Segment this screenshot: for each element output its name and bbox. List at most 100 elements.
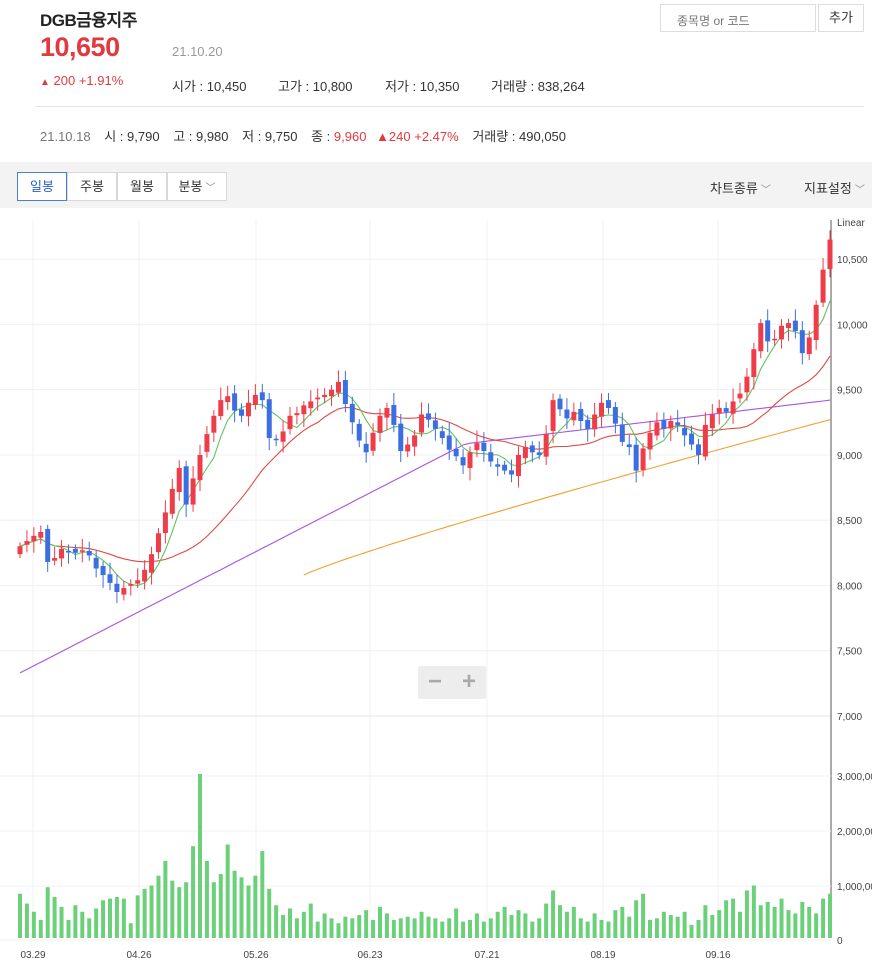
candle-body	[799, 330, 805, 354]
volume-bar	[634, 900, 639, 938]
volume-bar	[654, 918, 659, 938]
volume-bar	[357, 915, 362, 938]
candle-body	[432, 420, 438, 429]
candle-body	[79, 550, 85, 552]
candle-body	[695, 444, 701, 455]
price-tick-label: 10,500	[837, 255, 868, 266]
prev-close-label: 종 :	[311, 129, 334, 144]
volume-bar	[419, 911, 424, 938]
volume-bar	[828, 893, 832, 938]
candle-body	[689, 433, 695, 445]
volume-bar	[253, 875, 258, 938]
tab-monthly[interactable]: 월봉	[117, 172, 167, 201]
tab-daily[interactable]: 일봉	[17, 172, 67, 201]
candle-body	[52, 558, 58, 561]
volume-tick-label: 0	[837, 936, 843, 947]
candle-body	[59, 548, 65, 559]
ma120-line	[303, 419, 831, 576]
stock-chart[interactable]: 10,500 10,000 9,500 9,000 8,500 8,000 7,500 7,0…	[0, 212, 872, 966]
volume-bar	[530, 921, 535, 938]
volume-bar	[135, 895, 140, 938]
volume-bar	[364, 910, 369, 938]
candle-body	[93, 557, 99, 569]
volume-bar	[184, 882, 189, 938]
volume-bar	[239, 877, 244, 938]
volume: 거래량 : 838,264	[491, 79, 585, 94]
volume-bar	[641, 893, 646, 938]
volume-bar	[281, 915, 286, 938]
candle-body	[149, 554, 155, 573]
candle-body	[245, 402, 251, 417]
volume-bar	[66, 919, 71, 938]
candle-body	[31, 535, 37, 542]
volume-bar	[578, 918, 583, 938]
volume-bar	[765, 901, 770, 938]
volume-bar	[544, 903, 549, 938]
candle-body	[723, 408, 729, 412]
chart-type-menu[interactable]: 차트종류 ﹀	[710, 178, 771, 197]
chevron-down-icon: ﹀	[854, 185, 865, 196]
search-input[interactable]	[660, 4, 816, 32]
date-tick-label: 06.23	[357, 950, 382, 961]
volume-bar	[108, 898, 112, 938]
candle-body	[329, 389, 335, 397]
price-tick-label: 7,000	[837, 712, 862, 723]
volume-bar	[301, 911, 306, 938]
volume-bar	[821, 898, 826, 938]
prev-high: 고 : 9,980	[173, 129, 229, 144]
candle-body	[564, 409, 570, 419]
volume-bar	[336, 923, 341, 938]
candle-body	[467, 452, 473, 468]
candle-body	[218, 400, 224, 417]
volume-bar	[751, 885, 756, 938]
candle-body	[252, 394, 258, 405]
candle-body	[72, 548, 78, 553]
zoom-in-button[interactable]: +	[452, 668, 486, 696]
volume-bar	[744, 890, 749, 938]
volume-bar	[350, 918, 355, 938]
volume-bar	[24, 903, 29, 938]
zoom-out-button[interactable]: −	[418, 668, 452, 696]
volume-bar	[488, 918, 493, 938]
volume-bar	[315, 921, 320, 938]
price-tick-label: 8,500	[837, 516, 862, 527]
volume-bar	[703, 905, 708, 938]
volume-bar	[779, 898, 784, 938]
candle-body	[121, 588, 127, 595]
candle-body	[626, 444, 632, 448]
candle-body	[308, 401, 314, 409]
candle-body	[17, 546, 23, 555]
volume-bar	[391, 919, 396, 938]
volume-bar	[592, 913, 597, 938]
tab-minute[interactable]: 분봉 ﹀	[167, 172, 227, 201]
candle-body	[86, 550, 92, 556]
volume-tick-label: 2,000,00	[837, 827, 872, 838]
volume-bar	[204, 860, 209, 938]
candle-body	[557, 398, 563, 410]
price-tick-label: 7,500	[837, 647, 862, 658]
candle-body	[225, 396, 231, 403]
volume-bar	[329, 918, 334, 938]
volume-bar	[509, 915, 514, 938]
candle-body	[142, 569, 148, 582]
volume-bar	[246, 885, 251, 938]
volume-bar	[454, 908, 459, 938]
volume-bar	[468, 919, 472, 938]
add-button[interactable]: 추가	[818, 4, 864, 32]
volume-bar	[717, 910, 722, 938]
indicator-label: 지표설정	[804, 181, 852, 196]
scale-label: Linear	[837, 218, 865, 229]
volume-bar	[378, 906, 382, 938]
volume-bar	[724, 900, 729, 938]
candle-body	[737, 393, 743, 399]
volume-bar	[31, 911, 36, 938]
indicator-settings-menu[interactable]: 지표설정 ﹀	[804, 178, 872, 197]
tab-weekly[interactable]: 주봉	[67, 172, 117, 201]
volume-bar	[398, 918, 403, 938]
candle-body	[356, 423, 362, 441]
volume-bar	[682, 911, 687, 938]
volume-bar	[481, 921, 486, 938]
candle-body	[453, 448, 459, 457]
candle-body	[488, 452, 494, 462]
volume-bar	[440, 921, 445, 938]
